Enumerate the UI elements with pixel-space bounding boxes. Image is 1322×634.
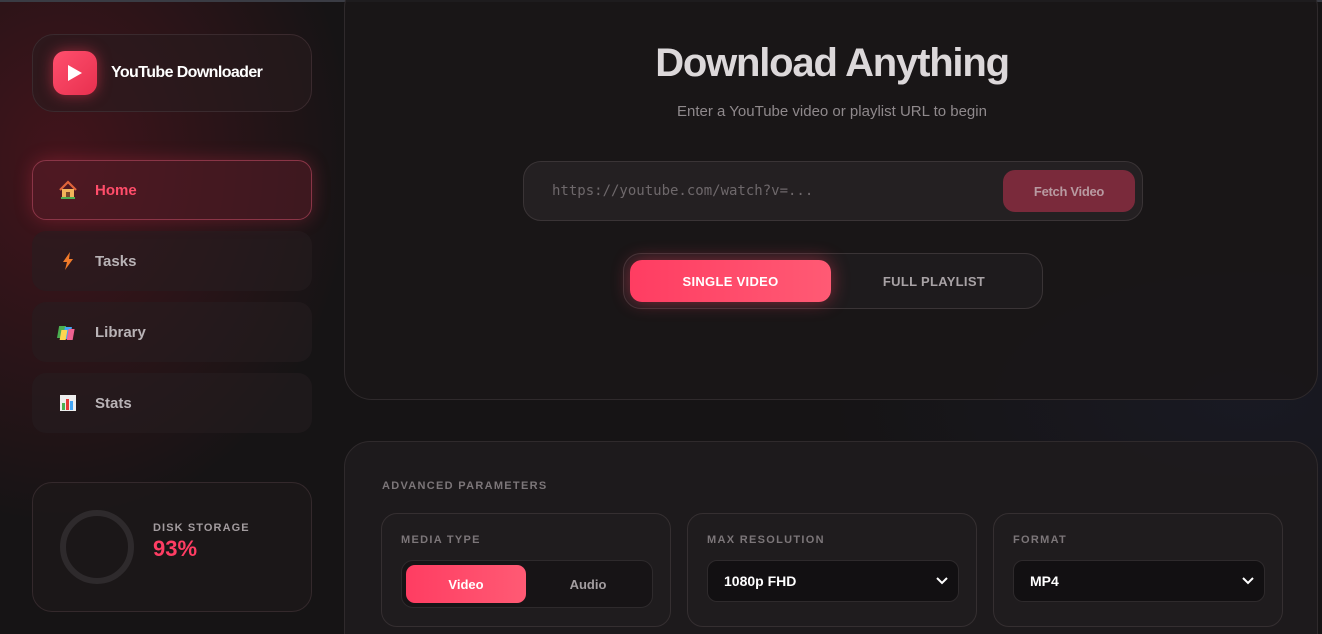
audio-option-button[interactable]: Audio bbox=[526, 565, 650, 603]
format-value: MP4 bbox=[1030, 573, 1059, 589]
storage-ring bbox=[60, 510, 134, 584]
fetch-video-button[interactable]: Fetch Video bbox=[1003, 170, 1135, 212]
page-title: Download Anything bbox=[655, 41, 1010, 85]
house-icon bbox=[57, 179, 79, 201]
format-label: FORMAT bbox=[1013, 534, 1068, 546]
books-icon bbox=[57, 321, 79, 343]
sidebar-item-tasks[interactable]: Tasks bbox=[32, 231, 312, 291]
bar-chart-icon bbox=[57, 392, 79, 414]
download-panel: Download Anything Enter a YouTube video … bbox=[344, 0, 1318, 400]
url-input[interactable] bbox=[552, 183, 1003, 199]
sidebar-item-library[interactable]: Library bbox=[32, 302, 312, 362]
mode-toggle: SINGLE VIDEO FULL PLAYLIST bbox=[623, 253, 1043, 309]
sidebar-item-home[interactable]: Home bbox=[32, 160, 312, 220]
brand-name: YouTube Downloader bbox=[111, 64, 263, 81]
sidebar-item-label: Library bbox=[95, 323, 146, 341]
lightning-icon bbox=[57, 250, 79, 272]
format-select[interactable]: MP4 bbox=[1013, 560, 1265, 602]
media-type-card: MEDIA TYPE Video Audio bbox=[381, 513, 671, 627]
full-playlist-button[interactable]: FULL PLAYLIST bbox=[831, 260, 1037, 302]
play-logo-icon bbox=[53, 51, 97, 95]
max-resolution-value: 1080p FHD bbox=[724, 573, 797, 589]
media-type-toggle: Video Audio bbox=[401, 560, 653, 608]
storage-value: 93% bbox=[153, 536, 198, 561]
sidebar-item-label: Tasks bbox=[95, 252, 137, 270]
page-subtitle: Enter a YouTube video or playlist URL to… bbox=[677, 103, 987, 120]
max-resolution-select[interactable]: 1080p FHD bbox=[707, 560, 959, 602]
chevron-down-icon bbox=[936, 572, 948, 590]
max-resolution-label: MAX RESOLUTION bbox=[707, 534, 825, 546]
max-resolution-card: MAX RESOLUTION 1080p FHD bbox=[687, 513, 977, 627]
advanced-parameters-panel: ADVANCED PARAMETERS MEDIA TYPE Video Aud… bbox=[344, 441, 1318, 634]
sidebar-item-label: Stats bbox=[95, 394, 132, 412]
sidebar: YouTube Downloader Home Tasks Library St… bbox=[0, 2, 344, 634]
disk-storage-card: DISK STORAGE 93% bbox=[32, 482, 312, 612]
sidebar-nav: Home Tasks Library Stats bbox=[32, 160, 312, 444]
media-type-label: MEDIA TYPE bbox=[401, 534, 481, 546]
video-option-button[interactable]: Video bbox=[406, 565, 526, 603]
sidebar-item-label: Home bbox=[95, 181, 137, 199]
sidebar-item-stats[interactable]: Stats bbox=[32, 373, 312, 433]
format-card: FORMAT MP4 bbox=[993, 513, 1283, 627]
single-video-button[interactable]: SINGLE VIDEO bbox=[630, 260, 831, 302]
url-bar: Fetch Video bbox=[523, 161, 1143, 221]
storage-label: DISK STORAGE bbox=[153, 522, 250, 534]
advanced-parameters-title: ADVANCED PARAMETERS bbox=[382, 480, 548, 492]
app-window: YouTube Downloader Home Tasks Library St… bbox=[0, 0, 1322, 634]
brand-card[interactable]: YouTube Downloader bbox=[32, 34, 312, 112]
chevron-down-icon bbox=[1242, 572, 1254, 590]
